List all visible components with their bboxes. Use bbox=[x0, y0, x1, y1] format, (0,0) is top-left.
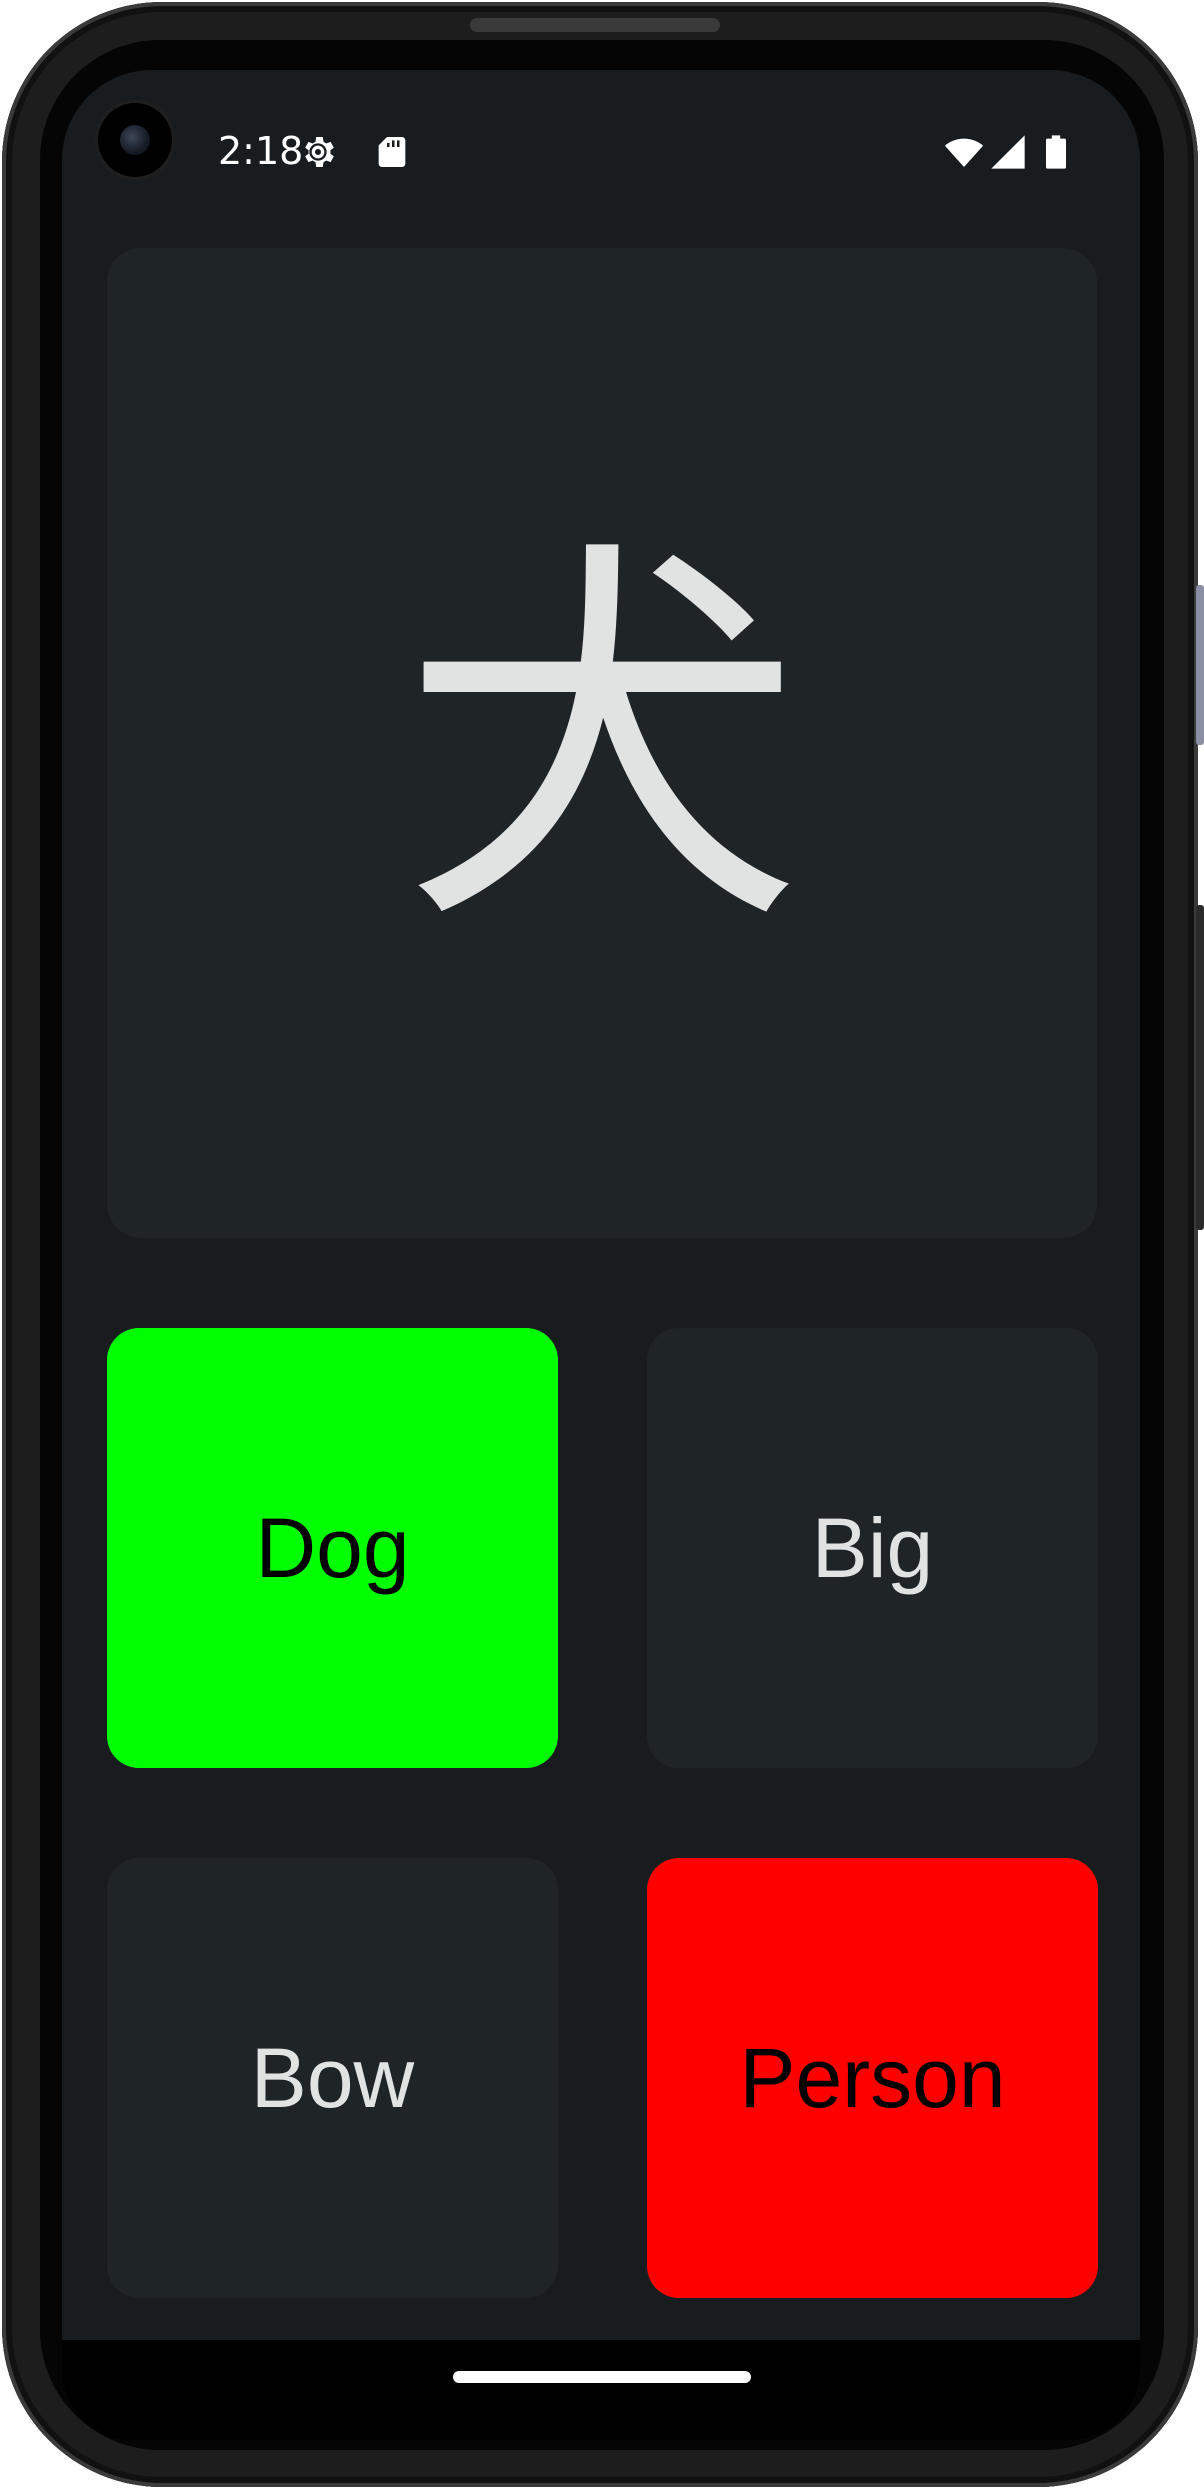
answer-button-bow[interactable]: Bow bbox=[107, 1858, 558, 2298]
wifi-icon bbox=[944, 138, 984, 167]
home-gesture-bar[interactable] bbox=[453, 2371, 751, 2383]
navigation-bar bbox=[62, 2340, 1140, 2440]
prompt-card: 犬 bbox=[107, 248, 1097, 1238]
sd-card-icon bbox=[378, 137, 406, 167]
battery-icon bbox=[1046, 135, 1066, 169]
camera-lens bbox=[120, 125, 150, 155]
earpiece-speaker bbox=[470, 18, 720, 32]
phone-device: 2:18 犬 Dog Big Bow Person bbox=[0, 0, 1204, 2491]
answer-button-dog[interactable]: Dog bbox=[107, 1328, 558, 1768]
status-time: 2:18 bbox=[218, 129, 304, 173]
cell-signal-icon bbox=[991, 135, 1025, 169]
kanji-prompt: 犬 bbox=[402, 510, 802, 975]
answer-button-person[interactable]: Person bbox=[647, 1858, 1098, 2298]
power-button bbox=[1196, 905, 1204, 1230]
answer-button-big[interactable]: Big bbox=[647, 1328, 1098, 1768]
volume-button bbox=[1196, 585, 1204, 745]
settings-gear-icon bbox=[305, 137, 334, 167]
front-camera-icon bbox=[98, 103, 172, 177]
